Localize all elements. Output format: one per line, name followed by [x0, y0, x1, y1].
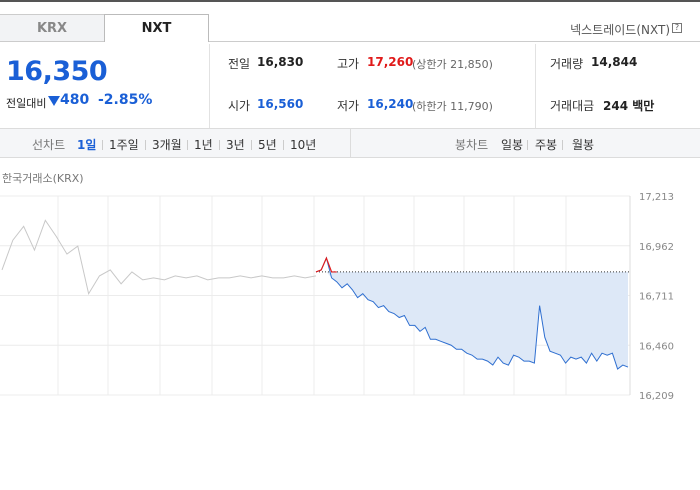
candle-chart-label: 봉차트: [455, 138, 489, 152]
separator: [219, 140, 220, 150]
candle-daily[interactable]: 일봉: [501, 136, 523, 153]
period-1d[interactable]: 1일: [77, 136, 96, 153]
chart-title: 한국거래소(KRX): [2, 172, 84, 185]
y-tick-label: 16,209: [639, 391, 674, 400]
y-tick-label: 17,213: [639, 192, 674, 203]
amount-label: 거래대금: [550, 99, 595, 113]
separator: [283, 140, 284, 150]
upper-limit: (상한가 21,850): [412, 58, 493, 71]
current-price: 16,350: [6, 56, 108, 87]
high-value: 17,260: [367, 55, 414, 69]
low-value: 16,240: [367, 97, 414, 111]
lower-limit: (하한가 11,790): [412, 100, 493, 113]
down-arrow-icon: [48, 96, 60, 106]
prev-close-value: 16,830: [257, 55, 304, 69]
help-icon[interactable]: ?: [672, 23, 682, 33]
separator: [251, 140, 252, 150]
krx-series-line: [1, 219, 317, 296]
y-tick-label: 16,711: [639, 292, 674, 303]
volume-value: 14,844: [591, 55, 638, 69]
nxt-above-prev-close-line: [315, 256, 337, 273]
candle-weekly[interactable]: 주봉: [535, 136, 557, 153]
period-5y[interactable]: 5년: [258, 136, 277, 153]
separator: [145, 140, 146, 150]
prev-close-label: 전일: [228, 57, 251, 71]
y-tick-label: 16,460: [639, 341, 674, 352]
period-3m[interactable]: 3개월: [152, 136, 182, 153]
period-10y[interactable]: 10년: [290, 136, 316, 153]
period-1y[interactable]: 1년: [194, 136, 213, 153]
open-value: 16,560: [257, 97, 304, 111]
change-percent: -2.85%: [98, 92, 153, 108]
low-label: 저가: [337, 99, 360, 113]
open-label: 시가: [228, 99, 251, 113]
tab-nxt[interactable]: NXT: [104, 14, 209, 42]
top-rule: [0, 0, 700, 2]
separator: [527, 140, 528, 150]
period-1w[interactable]: 1주일: [109, 136, 139, 153]
separator: [562, 140, 563, 150]
area-fill-below-prev-close: [316, 271, 628, 370]
change-label: 전일대비: [6, 97, 47, 110]
amount-value: 244 백만: [603, 99, 655, 113]
high-label: 고가: [337, 57, 360, 71]
divider: [535, 44, 536, 128]
period-3y[interactable]: 3년: [226, 136, 245, 153]
tab-krx[interactable]: KRX: [0, 14, 104, 42]
price-chart: 17,213 16,962 16,711 16,460 16,209: [0, 192, 674, 400]
separator: [187, 140, 188, 150]
tab-underline: [209, 41, 700, 42]
market-label: 넥스트레이드(NXT): [570, 23, 670, 37]
y-tick-label: 16,962: [639, 242, 674, 253]
change-amount: 480: [60, 92, 90, 108]
candle-monthly[interactable]: 월봉: [572, 136, 594, 153]
line-chart-label: 선차트: [32, 138, 66, 152]
volume-label: 거래량: [550, 57, 584, 71]
toolbar-divider: [350, 129, 351, 157]
separator: [102, 140, 103, 150]
divider: [209, 44, 210, 128]
